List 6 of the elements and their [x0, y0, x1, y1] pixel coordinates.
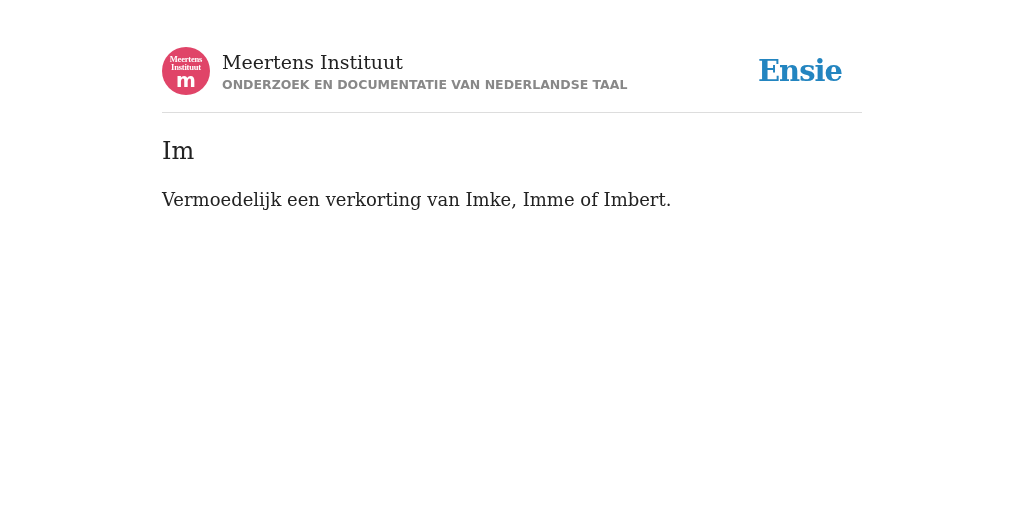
entry-heading: Im	[162, 137, 196, 165]
institute-logo: Meertens Instituut m	[162, 47, 210, 95]
site-title: Meertens Instituut	[222, 50, 404, 74]
entry-definition: Vermoedelijk een verkorting van Imke, Imme of Imbert.	[162, 189, 673, 210]
brand-logo[interactable]: Ensie	[758, 54, 842, 88]
site-subtitle: ONDERZOEK EN DOCUMENTATIE VAN NEDERLANDSE TAAL	[222, 77, 628, 92]
